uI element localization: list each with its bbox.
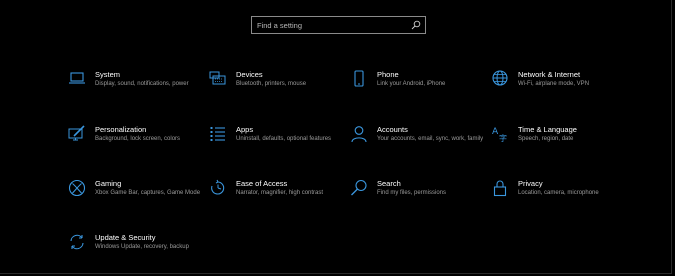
tile-personalization-desc: Background, lock screen, colors: [95, 136, 181, 142]
svg-text:字: 字: [499, 133, 507, 143]
tile-personalization[interactable]: Personalization Background, lock screen,…: [68, 125, 203, 163]
phone-icon: [350, 70, 368, 88]
settings-window: System Display, sound, notifications, po…: [0, 0, 672, 274]
tile-time-language-name: Time & Language: [518, 125, 577, 134]
tile-search[interactable]: Search Find my files, permissions: [350, 179, 485, 217]
tile-apps-desc: Uninstall, defaults, optional features: [236, 136, 332, 142]
time-language-icon: A 字: [491, 125, 509, 143]
tile-phone-desc: Link your Android, iPhone: [377, 81, 446, 87]
tile-personalization-name: Personalization: [95, 125, 147, 134]
tile-privacy[interactable]: Privacy Location, camera, microphone: [491, 179, 626, 217]
tile-network-desc: Wi-Fi, airplane mode, VPN: [518, 81, 590, 87]
tile-accounts-desc: Your accounts, email, sync, work, family: [377, 136, 484, 142]
paint-brush-icon: [68, 125, 86, 143]
tile-devices[interactable]: Devices Bluetooth, printers, mouse: [209, 70, 344, 108]
tile-network-name: Network & Internet: [518, 70, 581, 79]
tile-apps[interactable]: Apps Uninstall, defaults, optional featu…: [209, 125, 344, 163]
tile-devices-name: Devices: [236, 70, 263, 79]
tile-ease-of-access-name: Ease of Access: [236, 179, 288, 188]
keyboard-icon: [209, 70, 227, 88]
tile-gaming[interactable]: Gaming Xbox Game Bar, captures, Game Mod…: [68, 179, 203, 217]
tile-update-security-desc: Windows Update, recovery, backup: [95, 244, 189, 250]
search-box[interactable]: [251, 16, 426, 34]
xbox-icon: [68, 179, 86, 197]
globe-icon: [491, 70, 509, 88]
tile-update-security-name: Update & Security: [95, 233, 156, 242]
tile-system[interactable]: System Display, sound, notifications, po…: [68, 70, 203, 108]
search-input[interactable]: [257, 18, 407, 32]
tile-gaming-desc: Xbox Game Bar, captures, Game Mode: [95, 190, 201, 196]
tile-update-security[interactable]: Update & Security Windows Update, recove…: [68, 233, 203, 271]
person-icon: [350, 125, 368, 143]
sync-icon: [68, 233, 86, 251]
tile-accounts[interactable]: Accounts Your accounts, email, sync, wor…: [350, 125, 485, 163]
tile-gaming-name: Gaming: [95, 179, 122, 188]
tile-time-language-desc: Speech, region, date: [518, 136, 574, 142]
tile-phone[interactable]: Phone Link your Android, iPhone: [350, 70, 485, 108]
svg-text:A: A: [492, 127, 499, 137]
tile-devices-desc: Bluetooth, printers, mouse: [236, 81, 307, 87]
tile-system-name: System: [95, 70, 121, 79]
apps-list-icon: [209, 125, 227, 143]
lock-icon: [491, 179, 509, 197]
tile-phone-name: Phone: [377, 70, 399, 79]
tile-search-desc: Find my files, permissions: [377, 190, 447, 196]
ease-of-access-icon: [209, 179, 227, 197]
tile-apps-name: Apps: [236, 125, 254, 134]
laptop-icon: [68, 70, 86, 88]
tile-privacy-name: Privacy: [518, 179, 543, 188]
tile-search-name: Search: [377, 179, 401, 188]
tile-system-desc: Display, sound, notifications, power: [95, 81, 189, 87]
tile-accounts-name: Accounts: [377, 125, 408, 134]
tile-network[interactable]: Network & Internet Wi-Fi, airplane mode,…: [491, 70, 626, 108]
search-icon[interactable]: [411, 20, 421, 30]
tile-time-language[interactable]: A 字 Time & Language Speech, region, date: [491, 125, 626, 163]
tile-ease-of-access-desc: Narrator, magnifier, high contrast: [236, 190, 324, 196]
tile-ease-of-access[interactable]: Ease of Access Narrator, magnifier, high…: [209, 179, 344, 217]
search-icon: [350, 179, 368, 197]
tile-privacy-desc: Location, camera, microphone: [518, 190, 599, 196]
